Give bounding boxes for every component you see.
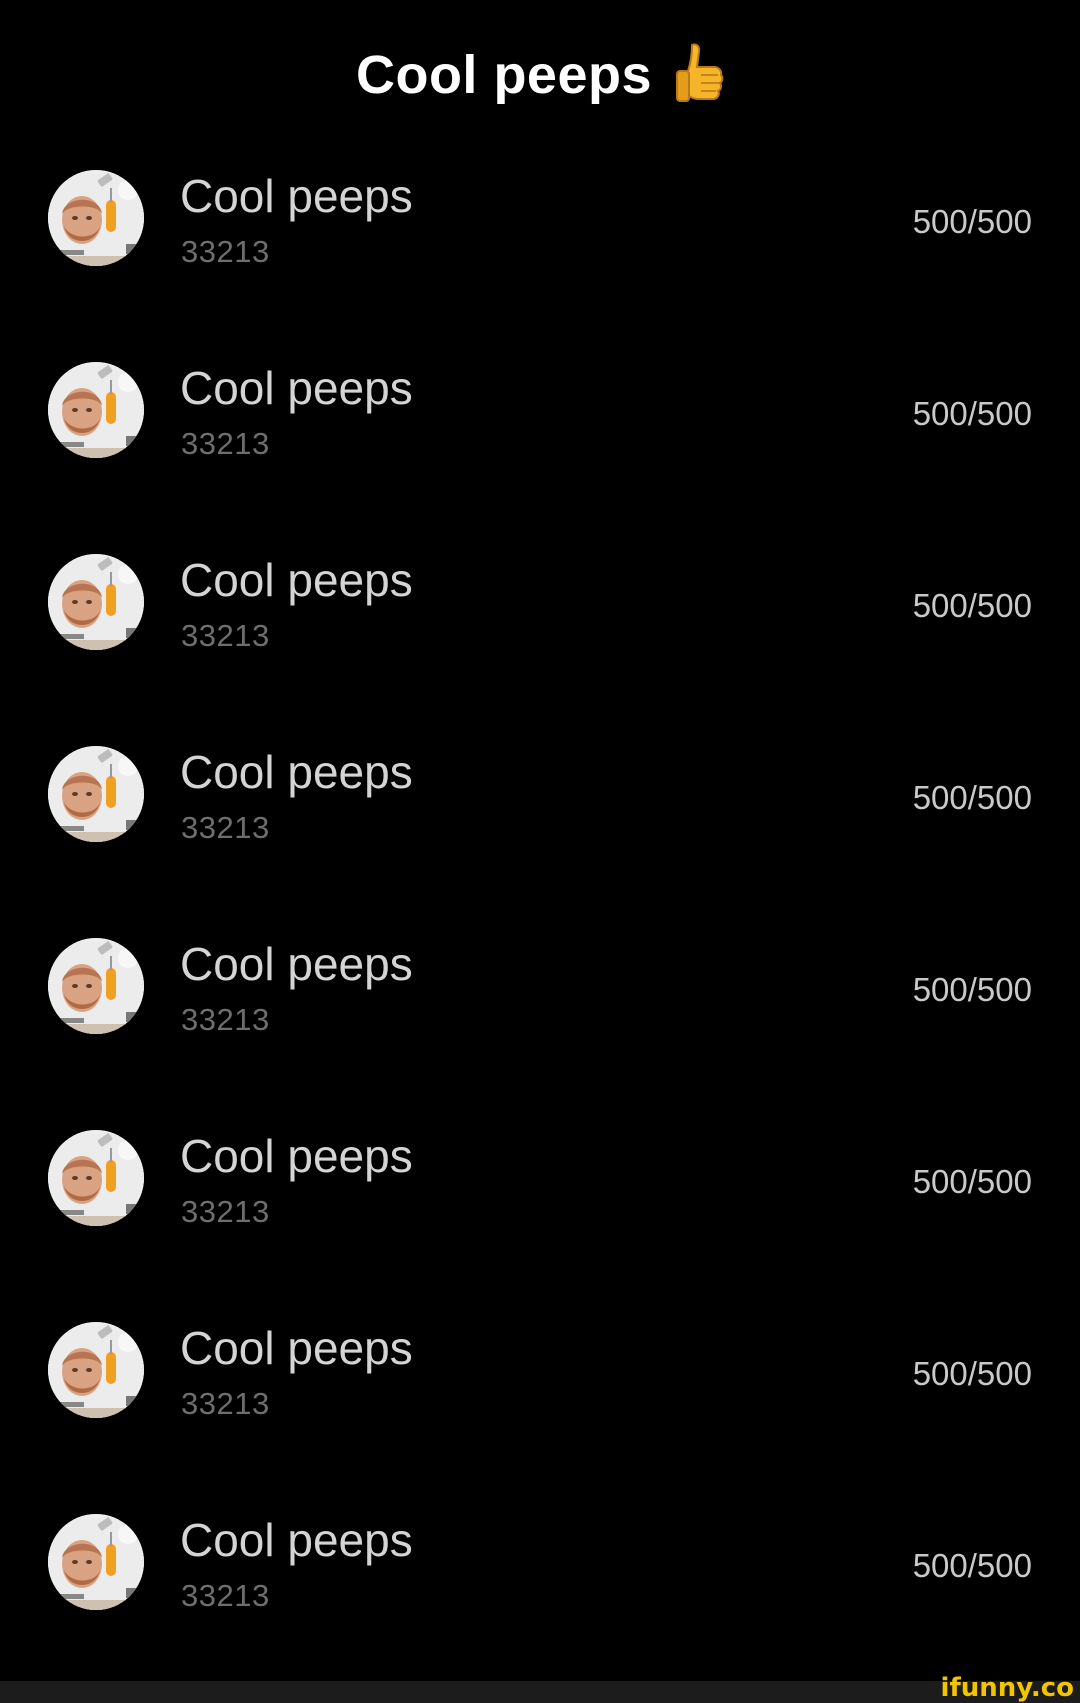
group-row-7[interactable]: Cool peeps 33213 500/500: [0, 1308, 1080, 1500]
thumbs-up-icon: [674, 41, 724, 109]
group-name: Cool peeps: [180, 1514, 413, 1566]
group-name: Cool peeps: [180, 746, 413, 798]
group-name: Cool peeps: [180, 938, 413, 990]
group-row-5[interactable]: Cool peeps 33213 500/500: [0, 924, 1080, 1116]
group-name: Cool peeps: [180, 1322, 413, 1374]
group-name: Cool peeps: [180, 554, 413, 606]
group-id: 33213: [181, 810, 270, 845]
member-count: 500/500: [912, 587, 1032, 624]
group-avatar: [48, 170, 144, 266]
member-count: 500/500: [912, 203, 1032, 240]
group-id: 33213: [181, 234, 270, 269]
group-id: 33213: [181, 618, 270, 653]
group-avatar: [48, 1130, 144, 1226]
group-row-3[interactable]: Cool peeps 33213 500/500: [0, 540, 1080, 732]
group-avatar: [48, 1514, 144, 1610]
member-count: 500/500: [912, 1355, 1032, 1392]
member-count: 500/500: [912, 971, 1032, 1008]
group-avatar: [48, 1322, 144, 1418]
footer-bar: [0, 1681, 1080, 1703]
member-count: 500/500: [912, 395, 1032, 432]
page-header: Cool peeps: [0, 0, 1080, 150]
group-id: 33213: [181, 1002, 270, 1037]
group-name: Cool peeps: [180, 170, 413, 222]
group-id: 33213: [181, 1386, 270, 1421]
group-id: 33213: [181, 426, 270, 461]
group-list: Cool peeps 33213 500/500 Cool peeps 3321…: [0, 156, 1080, 1692]
group-row-1[interactable]: Cool peeps 33213 500/500: [0, 156, 1080, 348]
group-name: Cool peeps: [180, 362, 413, 414]
group-id: 33213: [181, 1578, 270, 1613]
member-count: 500/500: [912, 1547, 1032, 1584]
group-avatar: [48, 938, 144, 1034]
group-avatar: [48, 554, 144, 650]
page-title: Cool peeps: [355, 45, 653, 105]
member-count: 500/500: [912, 779, 1032, 816]
member-count: 500/500: [912, 1163, 1032, 1200]
group-row-4[interactable]: Cool peeps 33213 500/500: [0, 732, 1080, 924]
group-avatar: [48, 362, 144, 458]
group-row-2[interactable]: Cool peeps 33213 500/500: [0, 348, 1080, 540]
group-row-6[interactable]: Cool peeps 33213 500/500: [0, 1116, 1080, 1308]
group-id: 33213: [181, 1194, 270, 1229]
group-row-8[interactable]: Cool peeps 33213 500/500: [0, 1500, 1080, 1692]
group-name: Cool peeps: [180, 1130, 413, 1182]
group-avatar: [48, 746, 144, 842]
watermark-logo: ifunny.co: [940, 1673, 1074, 1703]
